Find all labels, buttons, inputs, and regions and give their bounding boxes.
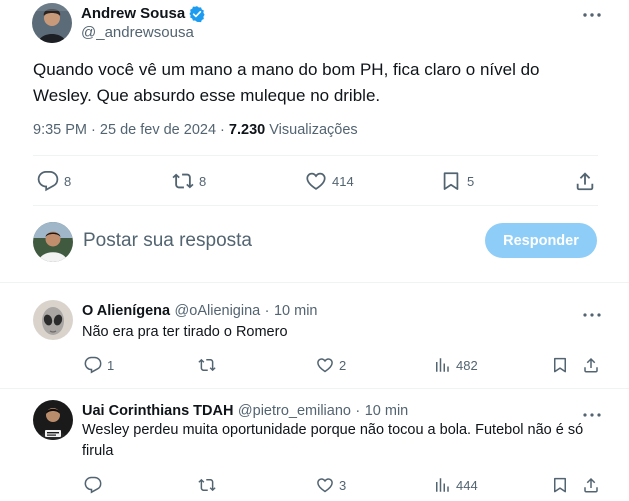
- more-icon[interactable]: [582, 305, 602, 323]
- user-avatar[interactable]: [33, 222, 73, 262]
- bookmark-icon: [443, 172, 459, 190]
- repost-icon: [198, 358, 216, 372]
- reply-author-name[interactable]: O Alienígena: [82, 303, 170, 319]
- tweet-time[interactable]: 9:35 PM: [33, 122, 87, 138]
- repost-icon: [198, 478, 216, 492]
- tweet-date[interactable]: 25 de fev de 2024: [100, 122, 216, 138]
- reply-button[interactable]: 8: [37, 170, 71, 192]
- like-count: 414: [332, 173, 354, 189]
- more-icon[interactable]: [582, 6, 602, 22]
- reply-input[interactable]: Postar sua resposta: [83, 230, 252, 252]
- bookmark-icon: [554, 477, 566, 493]
- repost-button[interactable]: [198, 356, 216, 374]
- share-button[interactable]: [582, 476, 600, 494]
- like-icon: [317, 478, 333, 493]
- reply-time[interactable]: 10 min: [274, 303, 318, 319]
- reply-count: 8: [64, 173, 72, 189]
- share-icon: [576, 172, 594, 191]
- views-count: 444: [456, 477, 478, 493]
- like-button[interactable]: 414: [305, 170, 354, 192]
- bookmark-button[interactable]: [551, 356, 569, 374]
- bookmark-icon: [554, 357, 566, 373]
- reply-avatar[interactable]: [33, 300, 73, 340]
- views-count: 7.230: [228, 122, 266, 138]
- reply-avatar[interactable]: [33, 400, 73, 440]
- author-handle[interactable]: @_andrewsousa: [81, 24, 194, 41]
- reply-icon: [84, 356, 102, 374]
- meta-separator: ·: [264, 303, 270, 319]
- repost-button[interactable]: [198, 476, 216, 494]
- views-count: 482: [456, 357, 478, 373]
- bookmark-button[interactable]: 5: [440, 170, 474, 192]
- divider: [33, 205, 598, 206]
- like-icon: [306, 172, 326, 190]
- share-button[interactable]: [574, 170, 596, 192]
- reply-header: Uai Corinthians TDAH @pietro_emiliano · …: [82, 402, 408, 420]
- divider: [0, 282, 629, 283]
- reply-author-name[interactable]: Uai Corinthians TDAH: [82, 403, 233, 419]
- views-label: Visualizações: [269, 122, 358, 138]
- repost-icon: [172, 173, 194, 189]
- views-button[interactable]: 444: [433, 476, 478, 494]
- reply-time[interactable]: 10 min: [365, 403, 409, 419]
- reply-button[interactable]: [84, 476, 102, 494]
- reply-count: 1: [107, 357, 115, 373]
- share-icon: [584, 357, 598, 373]
- author-avatar[interactable]: [32, 3, 72, 43]
- reply-header: O Alienígena @oAlienigina · 10 min: [82, 302, 318, 320]
- divider: [33, 155, 598, 156]
- like-button[interactable]: 3: [316, 476, 346, 494]
- repost-count: 8: [199, 173, 207, 189]
- views-button[interactable]: 482: [433, 356, 478, 374]
- reply-text: Não era pra ter tirado o Romero: [82, 324, 288, 340]
- reply-icon: [37, 170, 59, 192]
- reply-icon: [84, 476, 102, 494]
- meta-separator: ·: [220, 122, 225, 138]
- tweet-meta: 9:35 PM · 25 de fev de 2024 · 7.230 Visu…: [33, 122, 358, 138]
- share-button[interactable]: [582, 356, 600, 374]
- reply-author-handle[interactable]: @oAlienigina: [175, 303, 261, 319]
- tweet-text: Quando você vê um mano a mano do bom PH,…: [33, 60, 540, 105]
- meta-separator: ·: [355, 403, 361, 419]
- repost-button[interactable]: 8: [172, 170, 206, 192]
- divider: [0, 388, 629, 389]
- meta-separator: ·: [91, 122, 96, 138]
- reply-submit-button[interactable]: Responder: [485, 223, 597, 258]
- like-count: 2: [339, 357, 347, 373]
- reply-author-handle[interactable]: @pietro_emiliano: [238, 403, 351, 419]
- reply-text: Wesley perdeu muita oportunidade porque …: [82, 422, 584, 459]
- views-icon: [436, 478, 449, 492]
- like-icon: [317, 358, 333, 373]
- bookmark-button[interactable]: [551, 476, 569, 494]
- reply-button[interactable]: 1: [84, 356, 114, 374]
- author-name[interactable]: Andrew Sousa: [81, 5, 185, 22]
- bookmark-count: 5: [467, 173, 475, 189]
- views-icon: [436, 358, 449, 372]
- like-button[interactable]: 2: [316, 356, 346, 374]
- like-count: 3: [339, 477, 347, 493]
- share-icon: [584, 477, 598, 493]
